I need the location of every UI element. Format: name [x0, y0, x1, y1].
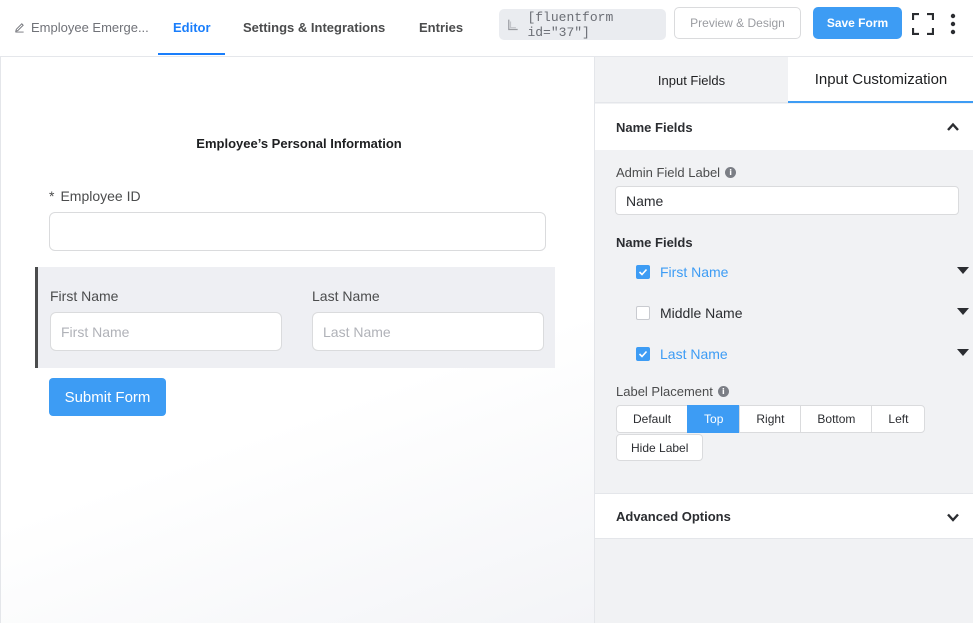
required-asterisk: *: [49, 188, 55, 204]
placement-hide-label[interactable]: Hide Label: [616, 434, 704, 461]
middle-name-option-label: Middle Name: [660, 305, 743, 321]
caret-down-icon[interactable]: [957, 267, 969, 274]
middle-name-checkbox[interactable]: [636, 306, 650, 320]
label-placement-text: Label Placement: [616, 384, 713, 399]
placement-top[interactable]: Top: [687, 405, 741, 433]
form-name[interactable]: Employee Emerge...: [14, 20, 149, 35]
section-title: Employee’s Personal Information: [196, 136, 402, 151]
advanced-options-accordion[interactable]: Advanced Options: [595, 493, 973, 539]
last-name-input[interactable]: Last Name: [312, 312, 544, 351]
save-form-button[interactable]: Save Form: [813, 7, 902, 39]
label-placement-group: Default Top Right Bottom Left: [616, 405, 926, 433]
name-fields-subtitle: Name Fields: [616, 235, 693, 250]
tab-input-customization[interactable]: Input Customization: [788, 57, 973, 103]
form-editor-canvas: Employee’s Personal Information * Employe…: [0, 57, 594, 623]
caret-down-icon[interactable]: [957, 349, 969, 356]
placement-default[interactable]: Default: [616, 405, 689, 433]
placement-right[interactable]: Right: [739, 405, 802, 433]
check-icon: [638, 350, 648, 358]
copy-icon: [508, 19, 518, 30]
first-name-label: First Name: [50, 288, 119, 304]
last-name-label: Last Name: [312, 288, 380, 304]
name-fields-title: Name Fields: [616, 119, 693, 135]
shortcode-copy[interactable]: [fluentform id="37"]: [499, 9, 666, 40]
chevron-down-icon: [947, 513, 959, 522]
settings-panel: Input Fields Input Customization Name Fi…: [594, 57, 973, 623]
tab-input-fields[interactable]: Input Fields: [595, 57, 788, 103]
first-name-input[interactable]: First Name: [50, 312, 282, 351]
employee-id-label-text: Employee ID: [60, 188, 141, 204]
admin-field-label-input[interactable]: Name: [615, 186, 959, 215]
employee-id-label: * Employee ID: [49, 188, 141, 204]
tab-editor[interactable]: Editor: [173, 20, 211, 35]
preview-design-button[interactable]: Preview & Design: [674, 7, 801, 39]
name-fields-accordion[interactable]: Name Fields: [595, 104, 973, 150]
name-field-middle[interactable]: Middle Name: [636, 303, 969, 323]
placement-left[interactable]: Left: [871, 405, 926, 433]
panel-tabs: Input Fields Input Customization: [595, 57, 973, 103]
top-bar: Employee Emerge... Editor Settings & Int…: [0, 0, 973, 57]
placement-bottom[interactable]: Bottom: [800, 405, 873, 433]
shortcode-text: [fluentform id="37"]: [527, 9, 614, 40]
name-fields-block[interactable]: First Name First Name Last Name Last Nam…: [35, 267, 555, 368]
tab-settings-integrations[interactable]: Settings & Integrations: [243, 20, 385, 35]
first-name-checkbox[interactable]: [636, 265, 650, 279]
active-tab-underline: [158, 53, 225, 55]
chevron-up-icon: [947, 122, 959, 131]
name-field-first[interactable]: First Name: [636, 262, 969, 282]
admin-field-label: Admin Field Label i: [616, 165, 737, 180]
submit-form-button[interactable]: Submit Form: [49, 378, 166, 416]
label-placement-label: Label Placement i: [616, 384, 729, 399]
caret-down-icon[interactable]: [957, 308, 969, 315]
pencil-icon: [15, 23, 24, 33]
info-icon[interactable]: i: [725, 167, 737, 178]
employee-id-input[interactable]: [49, 212, 546, 251]
check-icon: [638, 268, 648, 276]
form-name-text: Employee Emerge...: [31, 20, 149, 35]
last-name-checkbox[interactable]: [636, 347, 650, 361]
fullscreen-icon[interactable]: [912, 13, 934, 35]
advanced-options-title: Advanced Options: [616, 508, 731, 524]
first-name-option-label: First Name: [660, 264, 729, 280]
info-icon[interactable]: i: [717, 386, 729, 397]
name-field-last[interactable]: Last Name: [636, 344, 969, 364]
admin-field-label-text: Admin Field Label: [616, 165, 721, 180]
tab-entries[interactable]: Entries: [419, 20, 463, 35]
last-name-option-label: Last Name: [660, 346, 728, 362]
more-options-icon[interactable]: [949, 13, 957, 35]
